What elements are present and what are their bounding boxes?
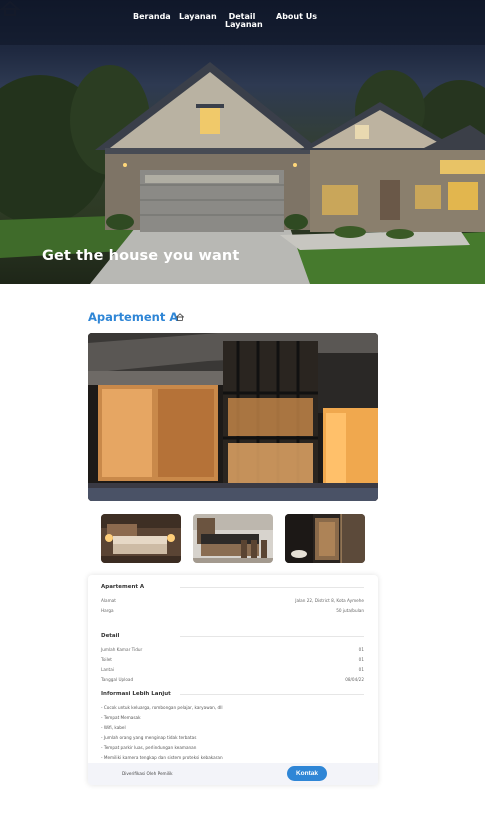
nav-detail-layanan[interactable]: Detail Layanan bbox=[225, 13, 263, 29]
info-item: - Jumlah orang yang menginap tidak terba… bbox=[101, 735, 197, 740]
divider bbox=[180, 636, 364, 637]
detail-label: Tanggal Upload bbox=[101, 677, 134, 682]
detail-value: 01 bbox=[358, 667, 364, 672]
logo-icon[interactable] bbox=[0, 0, 20, 16]
detail-value: 01 bbox=[358, 657, 364, 662]
thumbnail-kitchen[interactable] bbox=[193, 514, 273, 563]
detail-label: Lantai bbox=[101, 667, 114, 672]
main-property-photo[interactable] bbox=[88, 333, 378, 501]
thumbnail-bathroom[interactable] bbox=[285, 514, 365, 563]
nav-about-us[interactable]: About Us bbox=[276, 13, 317, 21]
detail-label: Toilet bbox=[101, 657, 112, 662]
nav-beranda[interactable]: Beranda bbox=[133, 13, 171, 21]
divider bbox=[180, 587, 364, 588]
card-property-name: Apartement A bbox=[101, 584, 145, 590]
hero-title: Get the house you want bbox=[42, 248, 240, 264]
harga-value: 50 juta/bulan bbox=[336, 608, 364, 613]
top-navigation: Beranda Layanan Detail Layanan About Us bbox=[0, 0, 485, 40]
info-item: - Cocok untuk keluarga, rombongan pelaja… bbox=[101, 705, 223, 710]
verified-by-owner-text: Diverifikasi Oleh Pemilik bbox=[122, 771, 173, 776]
detail-value: 08/04/22 bbox=[345, 677, 364, 682]
info-item: - Wifi, kabel bbox=[101, 725, 126, 730]
alamat-label: Alamat bbox=[101, 598, 116, 603]
property-detail-card: Apartement A Alamat Jalan 22, District 8… bbox=[88, 575, 378, 785]
home-icon bbox=[176, 313, 184, 321]
info-item: - Tempat parkir luas, perlindungan keama… bbox=[101, 745, 197, 750]
info-item: - Tempat Memasak bbox=[101, 715, 141, 720]
detail-value: 01 bbox=[358, 647, 364, 652]
info-item: - Memiliki kamera tengkap dan sistem pro… bbox=[101, 755, 223, 760]
thumbnail-bedroom[interactable] bbox=[101, 514, 181, 563]
harga-label: Harga bbox=[101, 608, 114, 613]
alamat-value: Jalan 22, District 8, Kota Aymehe bbox=[295, 598, 364, 603]
detail-section-title: Detail bbox=[101, 633, 120, 639]
listing-title: Apartement A bbox=[88, 310, 179, 324]
divider bbox=[180, 694, 364, 695]
detail-label: Jumlah Kamar Tidur bbox=[101, 647, 143, 652]
info-section-title: Informasi Lebih Lanjut bbox=[101, 691, 171, 697]
card-footer: Diverifikasi Oleh Pemilik Kontak bbox=[88, 763, 378, 785]
nav-layanan[interactable]: Layanan bbox=[179, 13, 217, 21]
hero-banner: Beranda Layanan Detail Layanan About Us … bbox=[0, 0, 485, 284]
hero-house-illustration bbox=[0, 0, 485, 284]
contact-button[interactable]: Kontak bbox=[287, 766, 327, 781]
